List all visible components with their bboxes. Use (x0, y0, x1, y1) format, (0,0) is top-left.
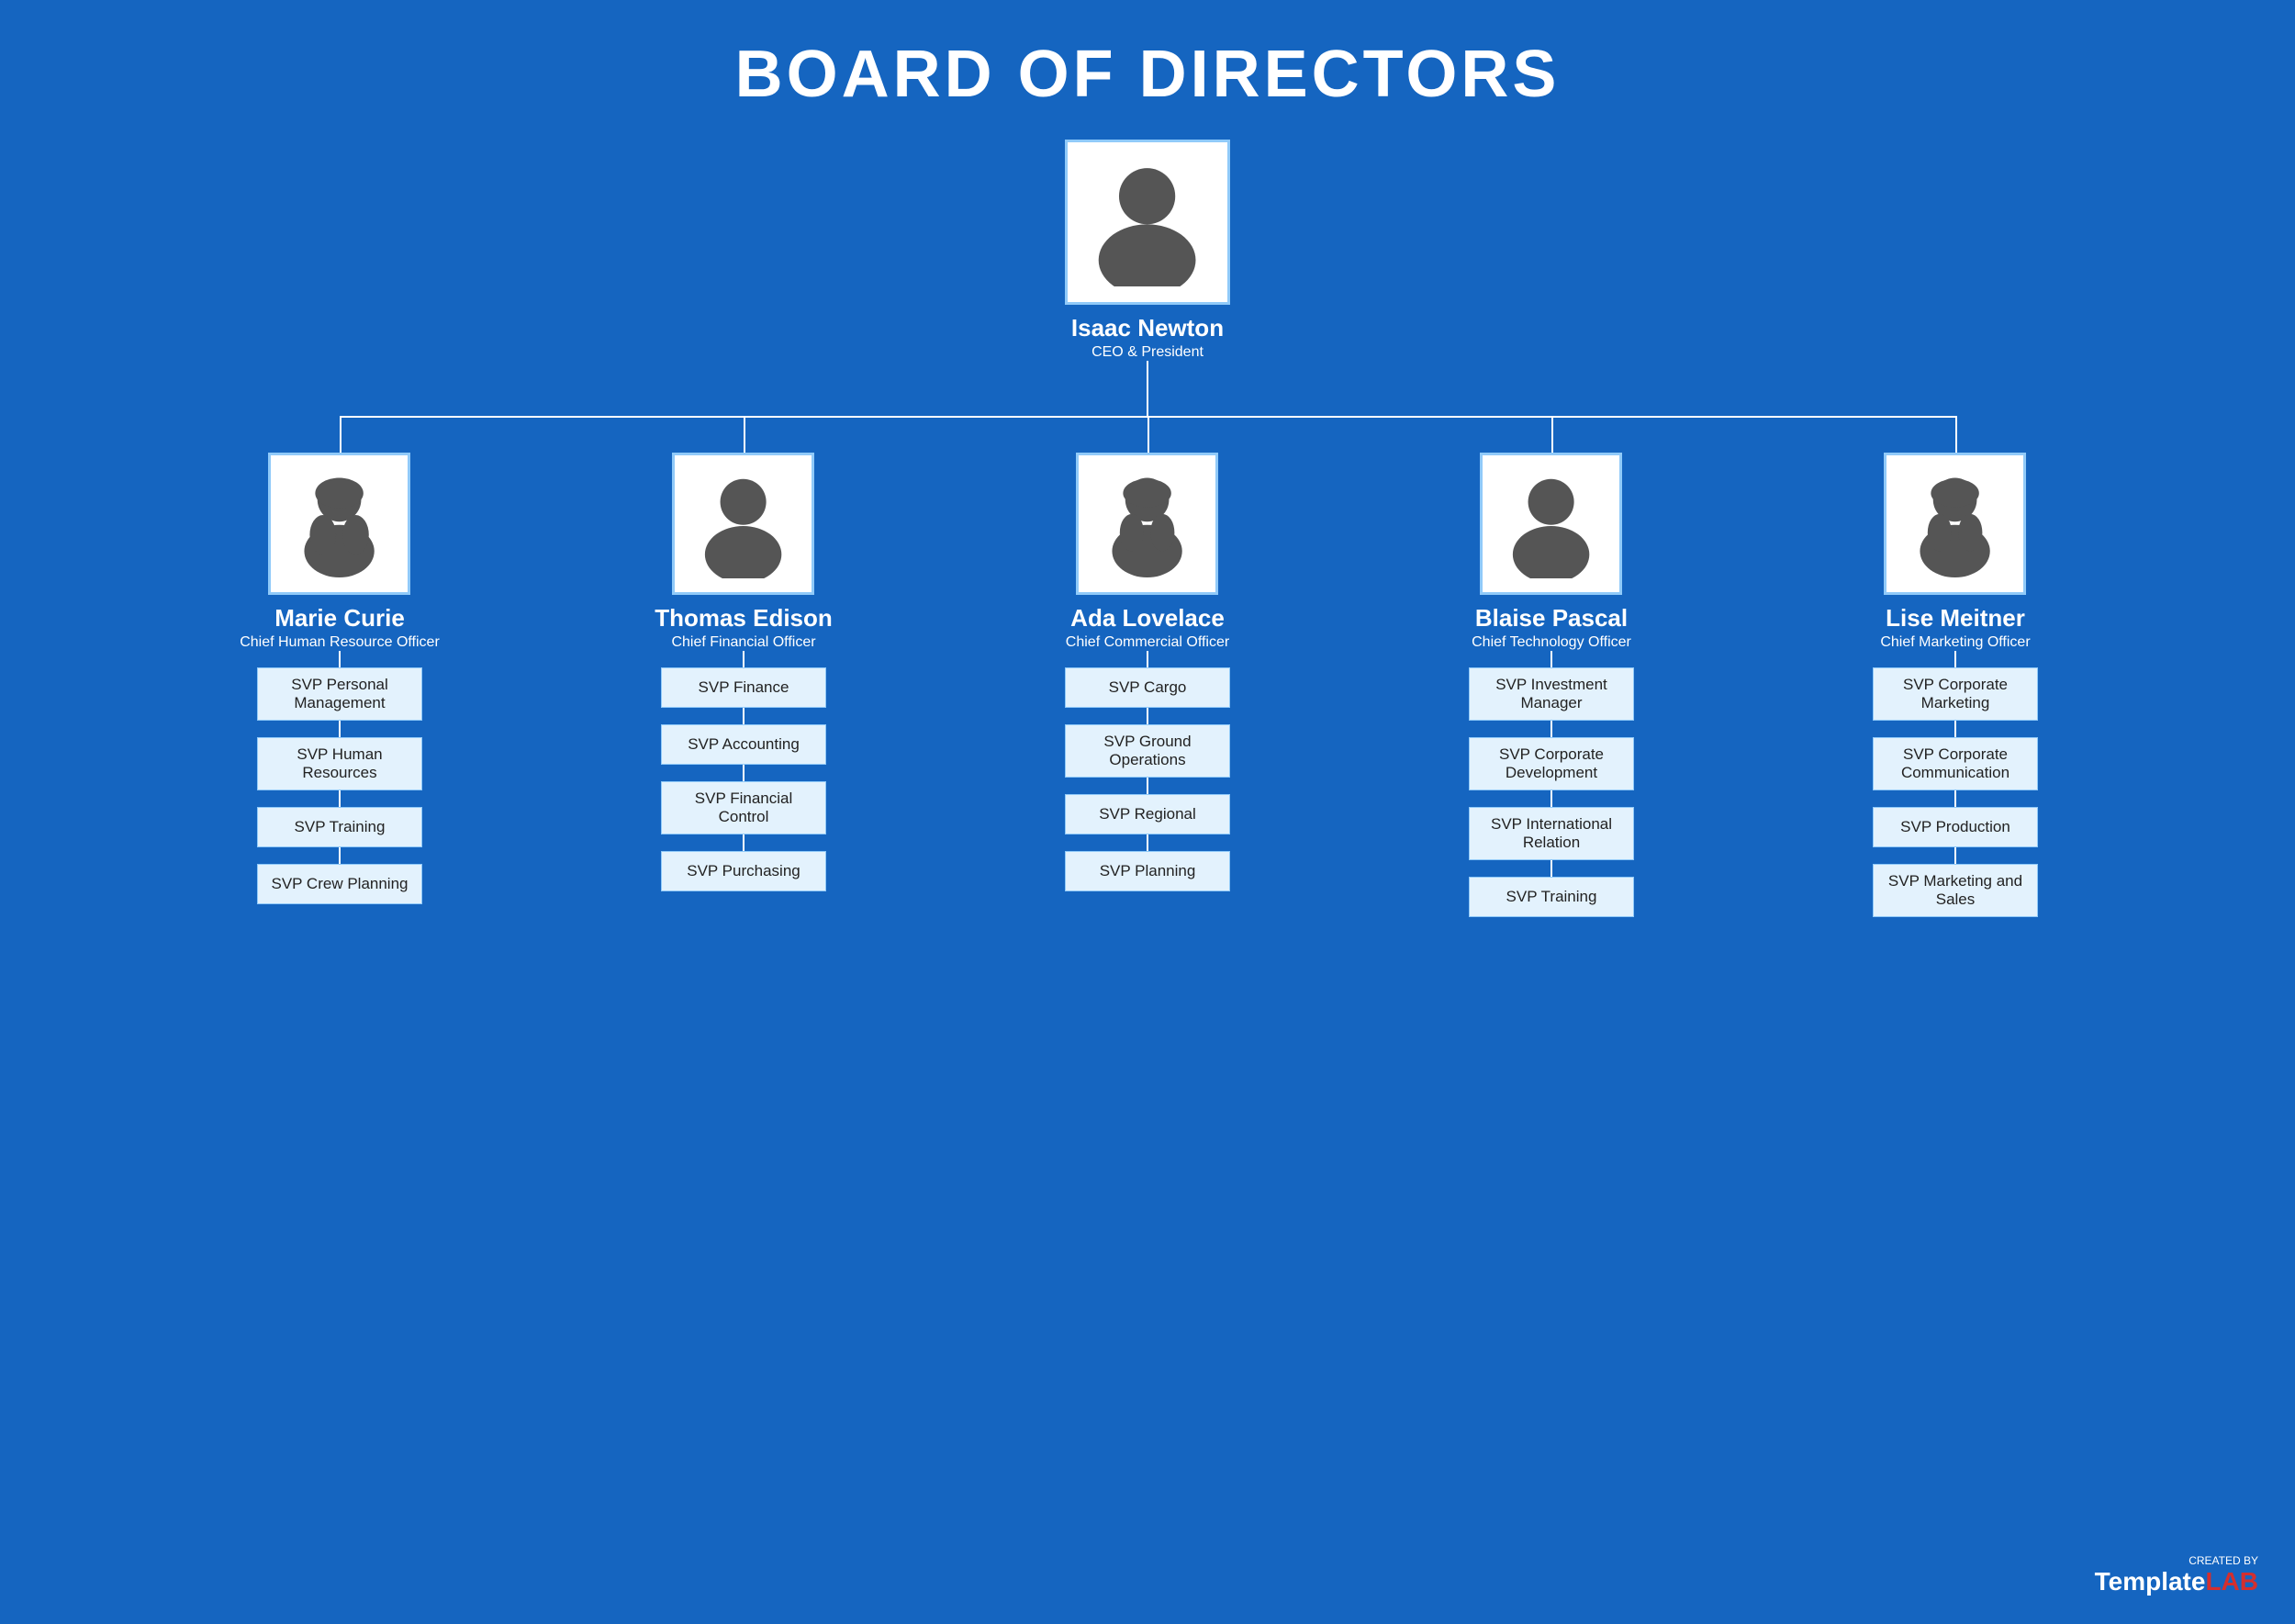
svp-box: SVP Personal Management (257, 667, 422, 721)
svp-box: SVP Training (1469, 877, 1634, 917)
svp-box: SVP Purchasing (661, 851, 826, 891)
h-connector-row (138, 416, 2157, 453)
branch-col4 (1551, 416, 1553, 453)
svp-box: SVP Corporate Development (1469, 737, 1634, 790)
thomas-edison-avatar (672, 453, 814, 595)
branch-col3 (1148, 416, 1149, 453)
svp-connector (743, 708, 744, 724)
svp-connector (1551, 651, 1552, 667)
person-marie-curie: Marie Curie Chief Human Resource Officer (240, 453, 440, 651)
svp-connector (1954, 721, 1956, 737)
thomas-edison-title: Chief Financial Officer (671, 634, 815, 651)
svp-connector (743, 651, 744, 667)
svp-connector (1954, 790, 1956, 807)
blaise-pascal-avatar (1480, 453, 1622, 595)
svp-connector (339, 651, 341, 667)
ada-lovelace-avatar (1076, 453, 1218, 595)
svp-box: SVP Human Resources (257, 737, 422, 790)
branch-col2 (744, 416, 745, 453)
column-ada-lovelace: Ada Lovelace Chief Commercial Officer SV… (946, 453, 1349, 891)
svp-box: SVP International Relation (1469, 807, 1634, 860)
person-ada-lovelace: Ada Lovelace Chief Commercial Officer (1066, 453, 1229, 651)
svp-connector (743, 765, 744, 781)
ada-lovelace-svp-chain: SVP Cargo SVP Ground Operations SVP Regi… (1065, 651, 1230, 891)
lise-meitner-silhouette (1900, 469, 2010, 578)
brand-lab-text: LAB (2205, 1567, 2258, 1596)
marie-curie-svp-chain: SVP Personal Management SVP Human Resour… (257, 651, 422, 904)
lise-meitner-avatar (1884, 453, 2026, 595)
svp-connector (1954, 847, 1956, 864)
person-lise-meitner: Lise Meitner Chief Marketing Officer (1880, 453, 2030, 651)
marie-curie-name: Marie Curie (274, 604, 405, 633)
org-chart: BOARD OF DIRECTORS Isaac Newton CEO & Pr… (18, 37, 2277, 917)
svp-connector (339, 847, 341, 864)
blaise-pascal-svp-chain: SVP Investment Manager SVP Corporate Dev… (1469, 651, 1634, 917)
svp-box: SVP Financial Control (661, 781, 826, 834)
svp-box: SVP Training (257, 807, 422, 847)
ceo-vertical-line (1147, 361, 1148, 416)
svp-connector (1954, 651, 1956, 667)
marie-curie-title: Chief Human Resource Officer (240, 634, 440, 651)
blaise-pascal-title: Chief Technology Officer (1472, 634, 1631, 651)
person-thomas-edison: Thomas Edison Chief Financial Officer (655, 453, 833, 651)
branch-col1 (340, 416, 341, 453)
ceo-title: CEO & President (1092, 344, 1203, 361)
svp-connector (1147, 651, 1148, 667)
ceo-silhouette (1083, 158, 1211, 286)
lise-meitner-title: Chief Marketing Officer (1880, 634, 2030, 651)
page-title: BOARD OF DIRECTORS (735, 37, 1561, 112)
watermark: CREATED BY TemplateLAB (2095, 1554, 2258, 1596)
svp-connector (339, 721, 341, 737)
created-by-label: CREATED BY (2189, 1554, 2258, 1567)
svp-box: SVP Corporate Communication (1873, 737, 2038, 790)
svp-box: SVP Crew Planning (257, 864, 422, 904)
column-lise-meitner: Lise Meitner Chief Marketing Officer SVP… (1753, 453, 2157, 917)
ceo-name: Isaac Newton (1071, 314, 1224, 342)
svp-box: SVP Regional (1065, 794, 1230, 834)
brand-logo: TemplateLAB (2095, 1567, 2258, 1596)
svp-connector (1147, 834, 1148, 851)
svp-connector (1147, 778, 1148, 794)
svp-box: SVP Cargo (1065, 667, 1230, 708)
lise-meitner-svp-chain: SVP Corporate Marketing SVP Corporate Co… (1873, 651, 2038, 917)
column-marie-curie: Marie Curie Chief Human Resource Officer… (138, 453, 542, 904)
ceo-node: Isaac Newton CEO & President (1065, 140, 1230, 361)
thomas-edison-svp-chain: SVP Finance SVP Accounting SVP Financial… (661, 651, 826, 891)
blaise-pascal-name: Blaise Pascal (1475, 604, 1628, 633)
ada-lovelace-name: Ada Lovelace (1070, 604, 1225, 633)
blaise-pascal-silhouette (1496, 469, 1606, 578)
lise-meitner-name: Lise Meitner (1886, 604, 2025, 633)
svp-box: SVP Ground Operations (1065, 724, 1230, 778)
svp-connector (1551, 860, 1552, 877)
ada-lovelace-title: Chief Commercial Officer (1066, 634, 1229, 651)
ada-lovelace-silhouette (1092, 469, 1202, 578)
column-blaise-pascal: Blaise Pascal Chief Technology Officer S… (1349, 453, 1753, 917)
svp-connector (1551, 790, 1552, 807)
svp-connector (1551, 721, 1552, 737)
person-blaise-pascal: Blaise Pascal Chief Technology Officer (1472, 453, 1631, 651)
ceo-avatar-card (1065, 140, 1230, 305)
marie-curie-avatar (268, 453, 410, 595)
svp-box: SVP Production (1873, 807, 2038, 847)
svp-connector (1147, 708, 1148, 724)
svp-box: SVP Finance (661, 667, 826, 708)
thomas-edison-silhouette (688, 469, 798, 578)
svp-box: SVP Corporate Marketing (1873, 667, 2038, 721)
columns-grid: Marie Curie Chief Human Resource Officer… (138, 453, 2157, 917)
svp-box: SVP Marketing and Sales (1873, 864, 2038, 917)
marie-curie-silhouette (285, 469, 394, 578)
svp-connector (743, 834, 744, 851)
svp-connector (339, 790, 341, 807)
svp-box: SVP Planning (1065, 851, 1230, 891)
thomas-edison-name: Thomas Edison (655, 604, 833, 633)
svp-box: SVP Investment Manager (1469, 667, 1634, 721)
branch-col5 (1955, 416, 1957, 453)
svp-box: SVP Accounting (661, 724, 826, 765)
column-thomas-edison: Thomas Edison Chief Financial Officer SV… (542, 453, 946, 891)
brand-template-text: Template (2095, 1567, 2206, 1596)
